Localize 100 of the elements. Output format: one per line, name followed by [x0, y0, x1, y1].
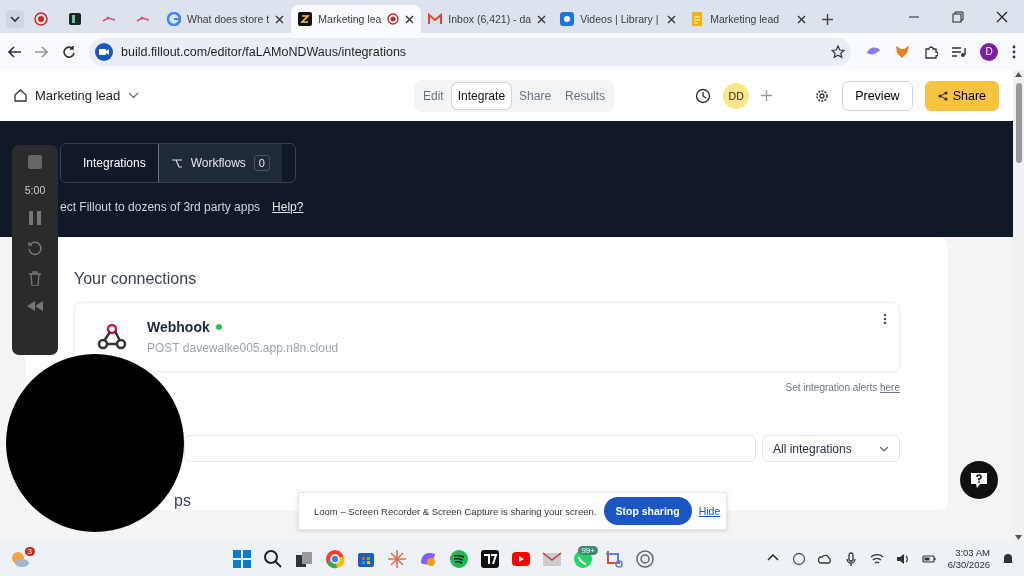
mode-tab[interactable]: Integrate: [451, 82, 512, 109]
play-icon[interactable]: [511, 549, 531, 569]
close-icon[interactable]: [797, 14, 807, 24]
task-view-icon[interactable]: [294, 549, 314, 569]
browser-tab[interactable]: Inbox (6,421) - da: [421, 5, 554, 33]
new-tab-icon[interactable]: [821, 13, 833, 25]
scroll-down-icon[interactable]: [1015, 535, 1022, 540]
connection-name: Webhook: [147, 319, 210, 335]
app-icon: [298, 12, 313, 26]
rewind-icon[interactable]: [27, 301, 43, 311]
trash-icon[interactable]: [29, 271, 41, 286]
settings-icon[interactable]: [814, 87, 831, 104]
close-icon[interactable]: [667, 14, 677, 24]
alerts-text: Set integration alerts here: [785, 382, 900, 393]
video-icon: [560, 12, 575, 26]
tab-title: Marketing lead: [710, 13, 781, 25]
share-icon: [937, 90, 948, 101]
stop-sharing-button[interactable]: Stop sharing: [603, 497, 692, 525]
media-icon[interactable]: [952, 45, 966, 58]
volume-icon[interactable]: [895, 552, 910, 566]
category-dropdown[interactable]: All integrations: [762, 435, 900, 462]
section-title: ps: [174, 492, 192, 510]
url-text: build.fillout.com/editor/faLAMoNDWaus/integrations: [121, 44, 408, 59]
close-icon[interactable]: [275, 14, 285, 24]
close-icon[interactable]: [537, 14, 547, 24]
wifi-icon[interactable]: [869, 552, 884, 566]
mail-icon[interactable]: [542, 549, 562, 569]
scroll-up-icon[interactable]: [1015, 72, 1022, 77]
integration-tab[interactable]: Workflows 0: [158, 144, 282, 182]
tab-title: Videos | Library |: [580, 13, 660, 25]
more-icon[interactable]: [883, 313, 887, 325]
form-name[interactable]: Marketing lead: [35, 88, 121, 103]
search-field[interactable]: [184, 435, 756, 462]
notification-badge: 3: [24, 547, 35, 556]
mode-tab[interactable]: Edit: [417, 82, 450, 109]
share-button[interactable]: Share: [924, 80, 999, 111]
home-icon: [14, 89, 27, 102]
recording-timer: 5:00: [24, 184, 46, 196]
pause-icon[interactable]: [29, 211, 41, 225]
tab-title: Inbox (6,421) - da: [448, 13, 532, 25]
history-icon[interactable]: [695, 87, 712, 104]
hide-link[interactable]: Hide: [698, 505, 721, 517]
connection-url: POST davewalke005.app.n8n.cloud: [147, 341, 339, 355]
more-icon[interactable]: [1012, 44, 1016, 59]
document-icon: [690, 12, 705, 26]
chrome-icon[interactable]: [325, 549, 345, 569]
snipping-icon[interactable]: [604, 549, 624, 569]
camera-icon: [95, 42, 113, 61]
browser-tab[interactable]: Marketing lead: [683, 5, 814, 33]
notification-bell-icon[interactable]: [1002, 552, 1014, 566]
browser-tab[interactable]: What does store t: [160, 5, 292, 33]
weather-icon[interactable]: [10, 550, 30, 568]
mode-tab[interactable]: Share: [513, 82, 558, 109]
workflow-icon: [170, 157, 183, 169]
music-icon[interactable]: [449, 549, 469, 569]
starburst-icon[interactable]: [387, 549, 407, 569]
add-icon[interactable]: [761, 90, 773, 101]
preview-button[interactable]: Preview: [842, 80, 913, 111]
cloud-icon[interactable]: [817, 552, 832, 566]
fox-icon[interactable]: [895, 44, 910, 59]
description-text: ect Fillout to dozens of 3rd party apps: [60, 200, 261, 214]
forward-icon[interactable]: [35, 45, 48, 58]
address-bar[interactable]: build.fillout.com/editor/faLAMoNDWaus/integrations: [89, 37, 851, 66]
tab-title: What does store t: [187, 13, 270, 25]
integration-tab[interactable]: Integrations: [61, 144, 159, 182]
profile-avatar[interactable]: D: [980, 42, 998, 61]
alerts-link[interactable]: here: [880, 382, 900, 393]
webhook-icon: [97, 322, 127, 352]
microphone-icon[interactable]: [843, 552, 858, 566]
record-icon[interactable]: [34, 12, 48, 26]
record-icon[interactable]: [635, 549, 655, 569]
reload-icon[interactable]: [62, 45, 75, 58]
search-icon[interactable]: [263, 549, 283, 569]
restore-icon[interactable]: [952, 10, 964, 23]
tab-title: Marketing lea: [318, 13, 382, 25]
connection-card[interactable]: Webhook POST davewalke005.app.n8n.cloud: [74, 302, 900, 372]
start-icon[interactable]: [232, 549, 252, 569]
restart-icon[interactable]: [27, 240, 43, 256]
browser-tab[interactable]: Marketing lea: [291, 5, 422, 33]
count-badge: 0: [253, 155, 270, 171]
notification-badge: 99+: [578, 546, 598, 555]
close-icon[interactable]: [996, 10, 1008, 23]
close-icon[interactable]: [405, 14, 415, 24]
battery-icon[interactable]: [921, 552, 936, 566]
browser-tab[interactable]: Videos | Library |: [553, 5, 684, 33]
caret-icon[interactable]: [128, 92, 140, 99]
tab-list-icon[interactable]: [6, 10, 24, 28]
clock-time: 3:03 AM: [954, 547, 990, 559]
google-icon: [167, 12, 181, 26]
scrollbar-thumb[interactable]: [1015, 83, 1022, 163]
clock-date: 6/30/2026: [947, 559, 990, 571]
puzzle-icon[interactable]: [924, 44, 938, 59]
help-link[interactable]: Help?: [272, 200, 304, 214]
app-icon[interactable]: [68, 12, 82, 26]
mode-tab[interactable]: Results: [559, 82, 612, 109]
record-icon[interactable]: [791, 552, 806, 566]
bookmark-star-icon[interactable]: [831, 44, 845, 59]
back-icon[interactable]: [8, 45, 21, 58]
mail-icon: [428, 12, 443, 26]
caret-icon: [879, 445, 889, 452]
